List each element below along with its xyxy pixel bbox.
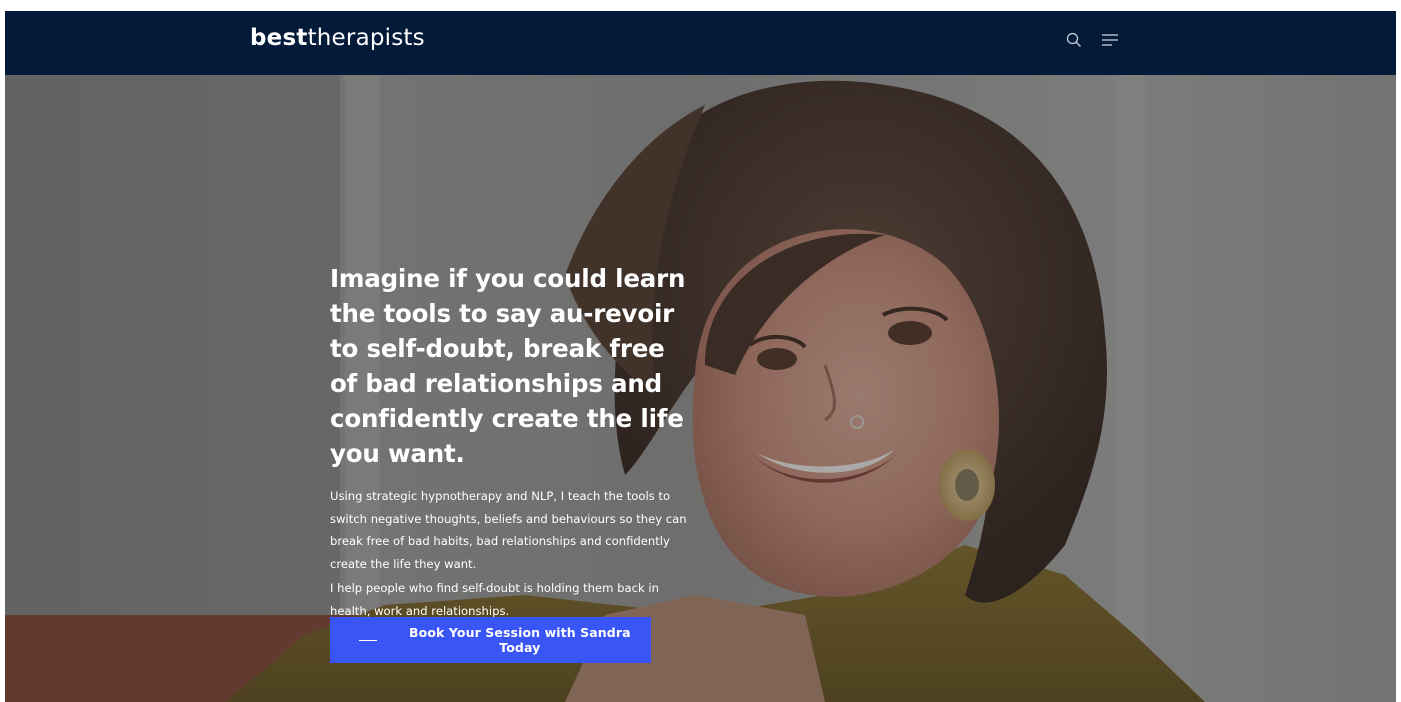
page-frame: besttherapists Imagine if you could lear…: [5, 11, 1396, 702]
site-header: besttherapists: [5, 11, 1396, 75]
hero-paragraph-2: I help people who find self-doubt is hol…: [330, 581, 659, 618]
site-logo[interactable]: besttherapists: [250, 23, 425, 53]
logo-strong-text: best: [250, 25, 308, 51]
logo-light-text: therapists: [307, 25, 425, 51]
hero-section: Imagine if you could learn the tools to …: [5, 75, 1396, 702]
hero-content: Imagine if you could learn the tools to …: [330, 261, 710, 622]
search-button[interactable]: [1063, 29, 1085, 51]
dash-icon: [359, 639, 377, 641]
search-icon: [1066, 32, 1081, 47]
menu-button[interactable]: [1099, 29, 1121, 51]
hero-headline: Imagine if you could learn the tools to …: [330, 264, 686, 468]
book-session-button[interactable]: Book Your Session with Sandra Today: [330, 617, 651, 663]
hero-paragraph-1: Using strategic hypnotherapy and NLP, I …: [330, 489, 687, 571]
book-session-label: Book Your Session with Sandra Today: [409, 625, 631, 655]
header-actions: [1063, 29, 1121, 51]
menu-icon: [1102, 34, 1118, 46]
